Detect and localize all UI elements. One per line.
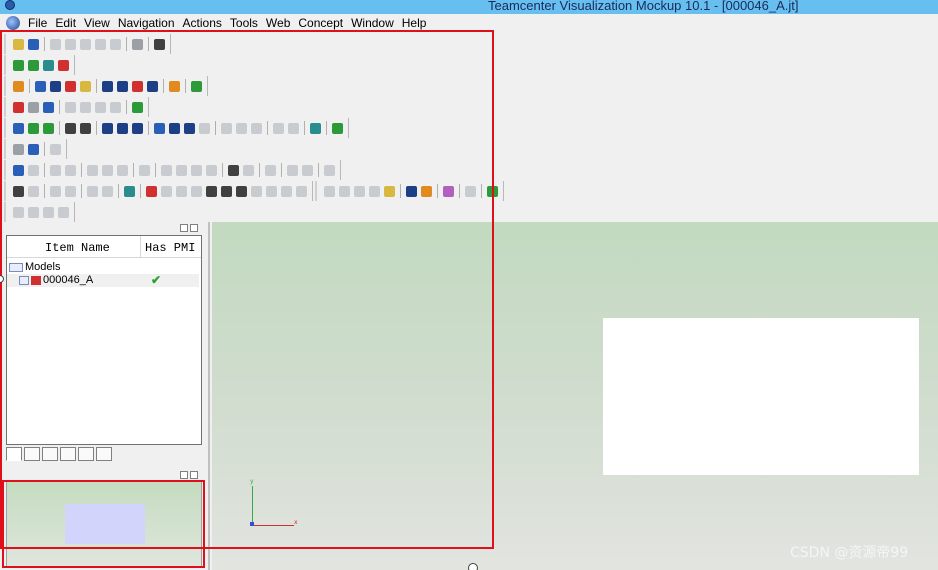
menu-actions[interactable]: Actions — [179, 16, 226, 30]
app-icon[interactable] — [5, 0, 15, 10]
menu-navigation[interactable]: Navigation — [114, 16, 179, 30]
menu-edit[interactable]: Edit — [51, 16, 80, 30]
menu-window[interactable]: Window — [347, 16, 398, 30]
annotation-box-toolbars — [0, 30, 494, 549]
menu-help[interactable]: Help — [398, 16, 431, 30]
window-title: Teamcenter Visualization Mockup 10.1 - [… — [488, 0, 799, 13]
menu-web[interactable]: Web — [262, 16, 294, 30]
menu-tools[interactable]: Tools — [226, 16, 262, 30]
watermark: CSDN @资源帝99 — [790, 545, 909, 561]
model-sheet[interactable] — [603, 318, 919, 475]
splitter-handle-bottom[interactable] — [468, 563, 478, 570]
annotation-box-navigator — [2, 480, 205, 568]
menu-view[interactable]: View — [80, 16, 114, 30]
title-bar: Teamcenter Visualization Mockup 10.1 - [… — [0, 0, 938, 14]
menu-concept[interactable]: Concept — [294, 16, 347, 30]
menu-file[interactable]: File — [24, 16, 51, 30]
document-menu-icon[interactable] — [6, 16, 20, 30]
